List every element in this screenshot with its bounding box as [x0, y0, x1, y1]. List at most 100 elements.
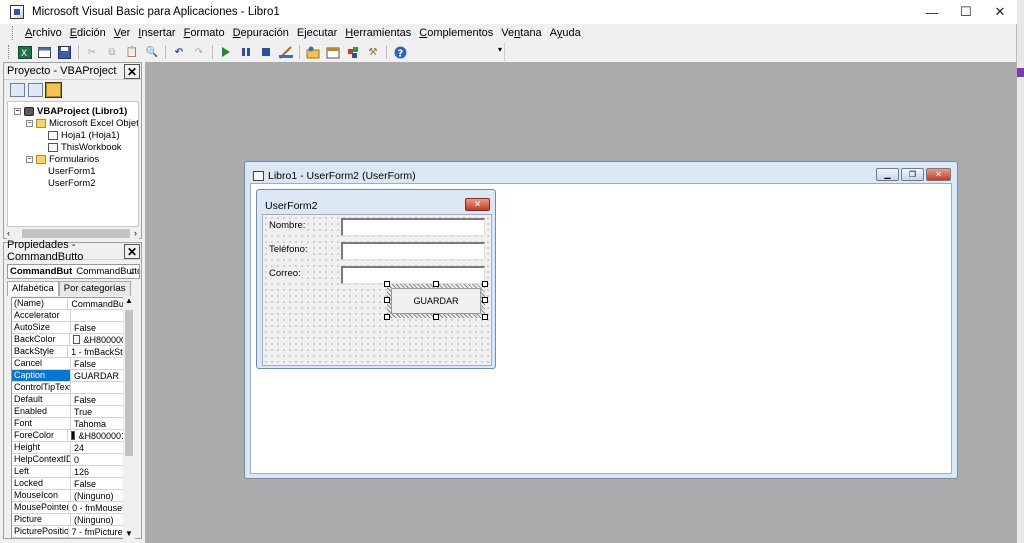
designer-close-button[interactable]: ✕: [926, 168, 951, 181]
tree-node-thisworkbook[interactable]: ThisWorkbook: [48, 141, 122, 153]
resize-handle[interactable]: [384, 297, 390, 303]
property-value[interactable]: (Ninguno): [71, 514, 114, 525]
property-row[interactable]: HelpContextID 0: [12, 454, 131, 466]
menubar-grip[interactable]: [12, 26, 15, 40]
save-icon[interactable]: [57, 45, 73, 60]
cut-icon[interactable]: ✂: [84, 45, 100, 60]
property-value[interactable]: (Ninguno): [71, 490, 114, 501]
insert-userform-icon[interactable]: [37, 45, 53, 60]
project-explorer-icon[interactable]: [305, 45, 321, 60]
project-close-button[interactable]: ✕: [124, 64, 140, 79]
property-row[interactable]: MousePointer 0 - fmMousePo: [12, 502, 131, 514]
property-value[interactable]: False: [71, 358, 96, 369]
properties-window-icon[interactable]: [325, 45, 341, 60]
view-object-icon[interactable]: [28, 83, 43, 97]
scroll-thumb[interactable]: [125, 310, 133, 456]
collapse-icon[interactable]: −: [26, 155, 33, 163]
textbox-telefono[interactable]: [341, 242, 485, 260]
property-value[interactable]: False: [71, 394, 96, 405]
property-value[interactable]: False: [71, 478, 96, 489]
scroll-left-icon[interactable]: ‹: [7, 228, 10, 238]
find-icon[interactable]: 🔍: [144, 45, 160, 60]
resize-handle[interactable]: [482, 314, 488, 320]
run-icon[interactable]: [218, 45, 234, 60]
property-row[interactable]: ControlTipText: [12, 382, 131, 394]
property-value[interactable]: CommandButto: [68, 298, 131, 309]
textbox-correo[interactable]: [341, 266, 485, 284]
userform-close-button[interactable]: ✕: [465, 198, 490, 211]
label-telefono[interactable]: Teléfono:: [268, 244, 309, 255]
property-row[interactable]: Height 24: [12, 442, 131, 454]
tab-por-categorias[interactable]: Por categorías: [58, 281, 131, 296]
tree-node-hoja1[interactable]: Hoja1 (Hoja1): [48, 129, 120, 141]
property-value[interactable]: GUARDAR: [71, 370, 119, 381]
guardar-button[interactable]: GUARDAR: [391, 288, 481, 314]
label-correo[interactable]: Correo:: [268, 268, 302, 279]
help-icon[interactable]: ?: [392, 45, 408, 60]
property-value[interactable]: Tahoma: [71, 418, 106, 429]
property-row[interactable]: BackStyle 1 - fmBackStyle: [12, 346, 131, 358]
property-value[interactable]: 24: [71, 442, 84, 453]
toolbar-grip[interactable]: [8, 45, 11, 59]
reset-icon[interactable]: [258, 45, 274, 60]
tree-node-userform2[interactable]: UserForm2: [48, 177, 96, 189]
copy-icon[interactable]: ⧉: [104, 45, 120, 60]
property-row[interactable]: ForeColor &H80000012: [12, 430, 131, 442]
scroll-right-icon[interactable]: ›: [134, 228, 137, 238]
property-row[interactable]: Default False: [12, 394, 131, 406]
close-button[interactable]: ✕: [983, 0, 1017, 24]
property-row[interactable]: Left 126: [12, 466, 131, 478]
minimize-button[interactable]: —: [915, 0, 949, 24]
redo-icon[interactable]: ↷: [191, 45, 207, 60]
property-value[interactable]: 126: [71, 466, 89, 477]
property-row[interactable]: (Name) CommandButto: [12, 298, 131, 310]
design-mode-icon[interactable]: [278, 45, 294, 60]
property-row[interactable]: Locked False: [12, 478, 131, 490]
tab-alfabetica[interactable]: Alfabética: [7, 281, 59, 296]
menu-complementos[interactable]: Complementos: [419, 27, 493, 39]
property-value[interactable]: [71, 310, 74, 321]
menu-formato[interactable]: Formato: [184, 27, 225, 39]
pause-icon[interactable]: [238, 45, 254, 60]
menu-ayuda[interactable]: Ayuda: [550, 27, 581, 39]
property-row[interactable]: Cancel False: [12, 358, 131, 370]
collapse-icon[interactable]: −: [14, 107, 21, 115]
view-code-icon[interactable]: [10, 83, 25, 97]
toggle-folders-icon[interactable]: [45, 82, 62, 98]
scroll-thumb[interactable]: [22, 228, 130, 238]
property-row[interactable]: Caption GUARDAR: [12, 370, 131, 382]
collapse-icon[interactable]: −: [26, 119, 33, 127]
undo-icon[interactable]: ↶: [171, 45, 187, 60]
tree-node-excel-objects[interactable]: − Microsoft Excel Objetos: [26, 117, 138, 129]
resize-handle[interactable]: [384, 314, 390, 320]
property-row[interactable]: MouseIcon (Ninguno): [12, 490, 131, 502]
resize-handle[interactable]: [433, 314, 439, 320]
properties-vscrollbar[interactable]: ▲ ▼: [123, 296, 135, 540]
menu-ejecutar[interactable]: Ejecutar: [297, 27, 337, 39]
object-browser-icon[interactable]: [345, 45, 361, 60]
menu-insertar[interactable]: Insertar: [138, 27, 175, 39]
menu-herramientas[interactable]: Herramientas: [345, 27, 411, 39]
textbox-nombre[interactable]: [341, 218, 485, 236]
menu-archivo[interactable]: Archivo: [25, 27, 62, 39]
property-row[interactable]: AutoSize False: [12, 322, 131, 334]
property-value[interactable]: 0 - fmMousePo: [69, 502, 131, 513]
toolbar-options-icon[interactable]: ▾: [498, 45, 506, 61]
tree-node-formularios[interactable]: − Formularios: [26, 153, 99, 165]
property-value[interactable]: &H8000000: [70, 334, 131, 345]
property-value[interactable]: 1 - fmBackStyle: [68, 346, 131, 357]
menu-depuracion[interactable]: Depuración: [233, 27, 289, 39]
property-value[interactable]: 0: [71, 454, 79, 465]
paste-icon[interactable]: 📋: [124, 45, 140, 60]
object-selector[interactable]: CommandBut CommandButto ⌄: [7, 264, 140, 279]
property-row[interactable]: BackColor &H8000000: [12, 334, 131, 346]
designer-minimize-button[interactable]: ▁: [876, 168, 899, 181]
property-row[interactable]: Accelerator: [12, 310, 131, 322]
menu-ver[interactable]: Ver: [114, 27, 131, 39]
menu-edicion[interactable]: Edición: [70, 27, 106, 39]
menu-ventana[interactable]: Ventana: [501, 27, 541, 39]
userform-grid[interactable]: Nombre: Teléfono: Correo: GUARDAR: [262, 214, 492, 366]
scroll-down-icon[interactable]: ▼: [125, 529, 133, 538]
property-value[interactable]: True: [71, 406, 92, 417]
label-nombre[interactable]: Nombre:: [268, 220, 307, 231]
